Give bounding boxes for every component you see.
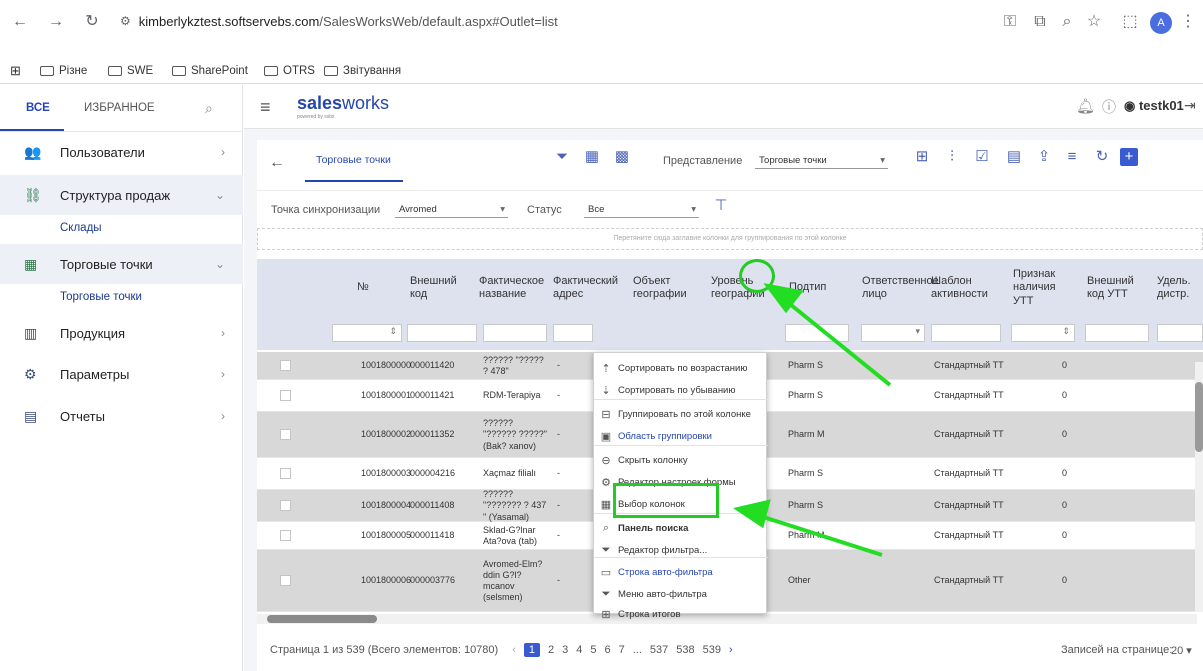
arrow-head-2 bbox=[733, 499, 771, 529]
arrow-line-1 bbox=[778, 294, 892, 387]
arrow-line-2 bbox=[753, 512, 883, 557]
annotation-arrows bbox=[733, 283, 892, 557]
